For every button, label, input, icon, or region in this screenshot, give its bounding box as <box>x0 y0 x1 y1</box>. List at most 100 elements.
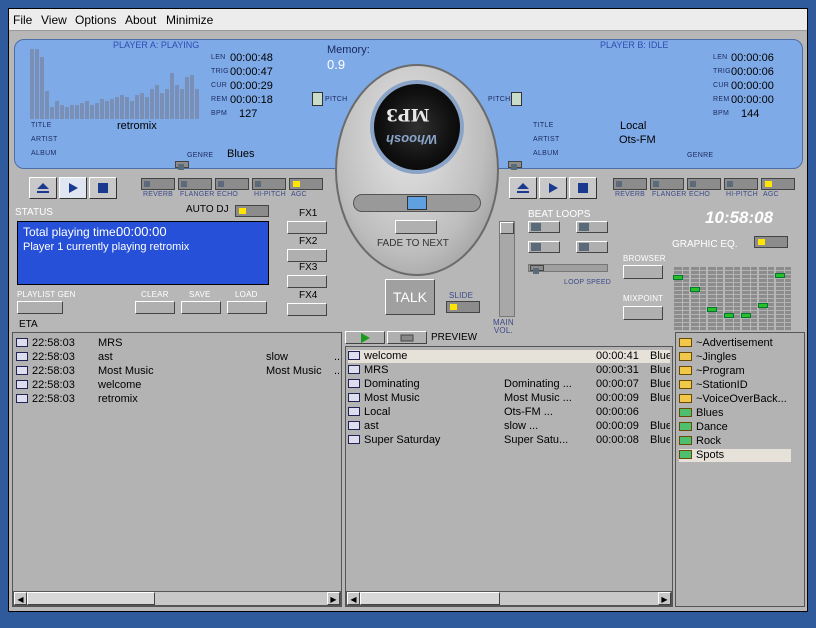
beat-loop-button-1[interactable] <box>528 221 560 233</box>
category-item[interactable]: ~Advertisement <box>679 337 791 350</box>
scroll-right-icon[interactable]: ▶ <box>327 592 340 605</box>
audio-file-icon <box>16 380 28 389</box>
talk-button[interactable]: TALK <box>385 279 435 315</box>
player-a-echo-toggle[interactable] <box>215 178 249 190</box>
player-a-eject-button[interactable] <box>29 177 57 199</box>
menu-options[interactable]: Options <box>75 13 116 27</box>
player-b-eject-button[interactable] <box>509 177 537 199</box>
category-item[interactable]: Dance <box>679 421 791 434</box>
load-button[interactable] <box>227 301 267 314</box>
eq-band-4[interactable] <box>725 267 733 331</box>
library-pane: welcome 00:00:41 Blue MRS 00:00:31 Blue Domina… <box>345 346 673 607</box>
save-button[interactable] <box>181 301 221 314</box>
fx1-button[interactable] <box>287 221 327 234</box>
fx3-button[interactable] <box>287 275 327 288</box>
library-row[interactable]: Super Saturday Super Satu... 00:00:08 Blue <box>348 434 670 447</box>
queue-row[interactable]: 22:58:03 ast slow.. <box>16 351 340 364</box>
preview-stop-button[interactable] <box>387 331 427 344</box>
fade-to-next-button[interactable] <box>395 220 437 234</box>
player-a-hi-pitch-toggle[interactable] <box>252 178 286 190</box>
eq-knob[interactable] <box>775 273 785 278</box>
fx2-button[interactable] <box>287 249 327 262</box>
spectrum-bar <box>115 97 119 119</box>
player-b-flanger-toggle[interactable] <box>650 178 684 190</box>
graphic-eq-toggle[interactable] <box>754 236 788 248</box>
fx4-button[interactable] <box>287 303 327 316</box>
player-a-slider-knob[interactable] <box>175 161 189 170</box>
eq-band-6[interactable] <box>759 267 767 331</box>
preview-play-button[interactable] <box>345 331 385 344</box>
player-b-pitch-button[interactable] <box>511 92 522 106</box>
eq-band-5[interactable] <box>742 267 750 331</box>
player-b-reverb-toggle[interactable] <box>613 178 647 190</box>
auto-dj-toggle[interactable] <box>235 205 269 217</box>
menu-view[interactable]: View <box>41 13 67 27</box>
eq-band-3[interactable] <box>708 267 716 331</box>
eq-band-2[interactable] <box>691 267 699 331</box>
browser-button[interactable] <box>623 265 663 279</box>
menu-file[interactable]: File <box>13 13 32 27</box>
beat-loop-button-3[interactable] <box>528 241 560 253</box>
category-item[interactable]: ~VoiceOverBack... <box>679 393 791 406</box>
player-a-title: retromix <box>117 120 157 132</box>
playlist-gen-button[interactable] <box>17 301 63 314</box>
menu-about[interactable]: About <box>125 13 156 27</box>
beat-loop-button-4[interactable] <box>576 241 608 253</box>
player-a-reverb-toggle[interactable] <box>141 178 175 190</box>
player-a-agc-toggle[interactable] <box>289 178 323 190</box>
scroll-left-icon[interactable]: ◀ <box>347 592 360 605</box>
player-b-agc-toggle[interactable] <box>761 178 795 190</box>
eq-knob[interactable] <box>707 307 717 312</box>
mixpoint-button[interactable] <box>623 306 663 320</box>
eq-knob[interactable] <box>724 313 734 318</box>
category-item[interactable]: Rock <box>679 435 791 448</box>
library-row[interactable]: Dominating Dominating ... 00:00:07 Blue <box>348 378 670 391</box>
slide-toggle[interactable] <box>446 301 480 313</box>
main-volume-slider[interactable] <box>499 221 515 317</box>
scroll-right-icon[interactable]: ▶ <box>658 592 671 605</box>
category-item[interactable]: Spots <box>679 449 791 462</box>
queue-row[interactable]: 22:58:03 retromix <box>16 393 338 406</box>
stop-icon <box>578 183 588 193</box>
library-scroll-thumb[interactable] <box>360 592 500 605</box>
scroll-left-icon[interactable]: ◀ <box>14 592 27 605</box>
player-a-stop-button[interactable] <box>89 177 117 199</box>
player-b-slider-knob[interactable] <box>508 161 522 170</box>
category-item[interactable]: ~StationID <box>679 379 791 392</box>
clear-button[interactable] <box>135 301 175 314</box>
main-volume-knob[interactable] <box>500 222 514 234</box>
crossfader-knob[interactable] <box>407 196 427 210</box>
player-b-echo-toggle[interactable] <box>687 178 721 190</box>
category-item[interactable]: Blues <box>679 407 791 420</box>
player-b-hi-pitch-toggle[interactable] <box>724 178 758 190</box>
loop-speed-slider[interactable] <box>528 264 608 274</box>
crossfader-track[interactable] <box>353 194 481 212</box>
menu-minimize[interactable]: Minimize <box>166 13 213 27</box>
loop-speed-knob[interactable] <box>530 265 544 274</box>
eq-knob[interactable] <box>741 313 751 318</box>
player-b-stop-button[interactable] <box>569 177 597 199</box>
eq-knob[interactable] <box>690 287 700 292</box>
queue-scroll-thumb[interactable] <box>27 592 155 605</box>
library-hscrollbar[interactable]: ◀ ▶ <box>346 591 672 606</box>
queue-hscrollbar[interactable]: ◀ ▶ <box>13 591 341 606</box>
queue-row[interactable]: 22:58:03 welcome <box>16 379 338 392</box>
library-row[interactable]: Most Music Most Music ... 00:00:09 Blue <box>348 392 670 405</box>
category-item[interactable]: ~Program <box>679 365 791 378</box>
library-row[interactable]: Local Ots-FM ... 00:00:06 <box>348 406 670 419</box>
library-row[interactable]: MRS 00:00:31 Blue <box>348 364 670 377</box>
eq-knob[interactable] <box>758 303 768 308</box>
library-row[interactable]: ast slow ... 00:00:09 Blue <box>348 420 670 433</box>
queue-row[interactable]: 22:58:03 MRS <box>16 337 338 350</box>
player-a-flanger-toggle[interactable] <box>178 178 212 190</box>
beat-loop-button-2[interactable] <box>576 221 608 233</box>
library-row[interactable]: welcome 00:00:41 Blue <box>348 350 670 363</box>
player-b-album-label: ALBUM <box>533 150 559 157</box>
eq-knob[interactable] <box>673 275 683 280</box>
player-b-play-button[interactable] <box>539 177 567 199</box>
category-item[interactable]: ~Jingles <box>679 351 791 364</box>
player-a-pitch-button[interactable] <box>312 92 323 106</box>
queue-row[interactable]: 22:58:03 Most Music Most Music.. <box>16 365 340 378</box>
app-window: File View Options About Minimize PLAYER … <box>8 8 808 612</box>
player-a-play-button[interactable] <box>59 177 87 199</box>
